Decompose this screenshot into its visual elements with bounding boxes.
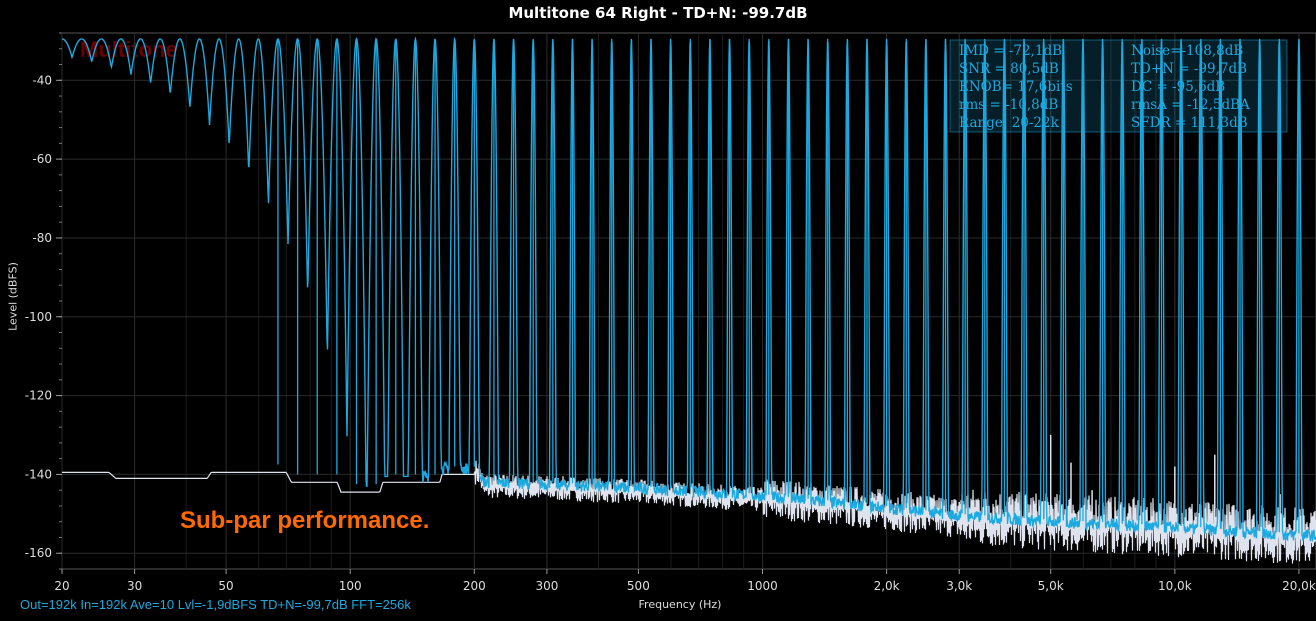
stats-left-value: SNR = 80,5dB xyxy=(959,61,1059,77)
x-tick-label: 20 xyxy=(54,579,69,593)
y-tick-label: -120 xyxy=(25,389,52,403)
stats-right-value: Noise=-108,8dB xyxy=(1131,43,1243,59)
y-tick-label: -160 xyxy=(25,546,52,560)
y-tick-label: -80 xyxy=(32,231,52,245)
x-tick-label: 200 xyxy=(463,579,486,593)
y-tick-label: -40 xyxy=(32,73,52,87)
stats-left-value: Range: 20-22k xyxy=(959,115,1060,131)
x-tick-label: 50 xyxy=(218,579,233,593)
x-tick-label: 1000 xyxy=(747,579,778,593)
y-tick-label: -100 xyxy=(25,310,52,324)
y-tick-label: -60 xyxy=(32,152,52,166)
x-tick-label: 100 xyxy=(339,579,362,593)
stats-right-value: TD+N = -99,7dB xyxy=(1131,61,1247,77)
stats-panel: IMD = -72,1dB Noise=-108,8dB SNR = 80,5dB T… xyxy=(949,39,1288,133)
x-tick-label: 30 xyxy=(127,579,142,593)
stats-right-value: rmsA = -12,5dBA xyxy=(1131,97,1250,113)
x-tick-label: 5,0k xyxy=(1038,579,1064,593)
x-tick-label: 10,0k xyxy=(1158,579,1192,593)
y-tick-label: -140 xyxy=(25,467,52,481)
x-tick-label: 20,0k xyxy=(1282,579,1316,593)
annotation-text: Sub-par performance. xyxy=(180,507,429,534)
x-tick-label: 500 xyxy=(627,579,650,593)
x-tick-label: 3,0k xyxy=(946,579,972,593)
spectrum-chart: Multitone20 30 50 100 200 300 500 1000 2,0k 3,0k 5… xyxy=(25,32,1316,593)
stats-left-value: IMD = -72,1dB xyxy=(959,43,1062,59)
stats-right-value: DC = -95,6dB xyxy=(1131,79,1225,95)
stats-left-value: rms = -10,8dB xyxy=(959,97,1058,113)
stats-right-value: SFDR = 111,3dB xyxy=(1131,115,1248,131)
stats-left-value: ENOB= 17,6bits xyxy=(959,79,1073,95)
x-tick-label: 2,0k xyxy=(874,579,900,593)
x-tick-label: 300 xyxy=(535,579,558,593)
